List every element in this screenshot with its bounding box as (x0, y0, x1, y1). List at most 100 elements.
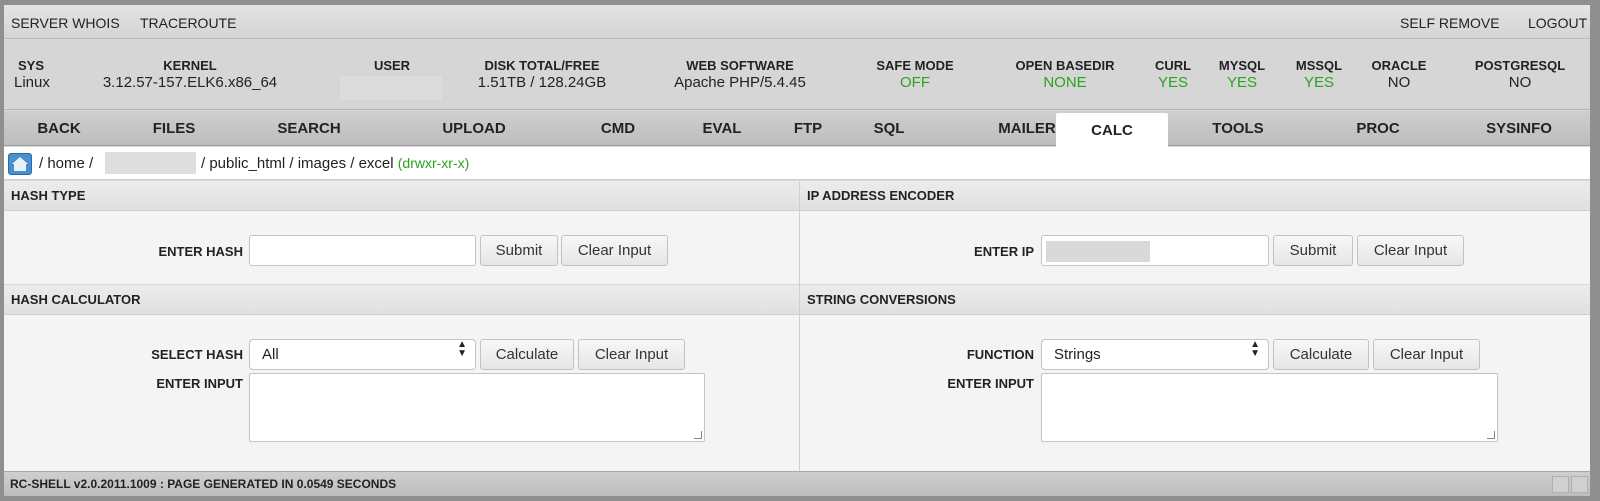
select-updown-icon: ▲ ▼ (457, 339, 467, 359)
breadcrumb-redacted-segment (105, 152, 196, 174)
info-sys-label: SYS (18, 58, 45, 73)
tab-sysinfo[interactable]: SYSINFO (1448, 111, 1590, 146)
ip-input[interactable] (1041, 235, 1269, 266)
info-sys-value: Linux (14, 74, 50, 91)
select-hash-label: SELECT HASH (151, 347, 243, 362)
string-conversions-title: STRING CONVERSIONS (800, 285, 1590, 315)
info-mssql-value: YES (1303, 74, 1334, 91)
breadcrumb: / home / / public_html / images / excel … (4, 147, 1590, 180)
info-mysql: MYSQL YES (1212, 58, 1272, 91)
breadcrumb-path-text[interactable]: / public_html / images / excel (201, 155, 394, 172)
server-whois-link[interactable]: SERVER WHOIS (11, 15, 120, 31)
footer-box-icon (1571, 476, 1588, 493)
info-safe-mode-value: OFF (900, 74, 930, 91)
footer-box-icon (1552, 476, 1569, 493)
hash-calculator-panel: HASH CALCULATOR SELECT HASH All ▲ ▼ Calcu… (4, 285, 799, 471)
hash-calc-clear-button[interactable]: Clear Input (578, 339, 685, 370)
logout-link[interactable]: LOGOUT (1528, 15, 1587, 31)
breadcrumb-path: / public_html / images / excel (drwxr-xr… (201, 155, 469, 172)
ip-input-redacted-value (1046, 241, 1150, 262)
info-kernel: KERNEL 3.12.57-157.ELK6.x86_64 (100, 58, 280, 91)
info-oracle: ORACLE NO (1364, 58, 1434, 91)
info-curl-value: YES (1157, 74, 1188, 91)
string-clear-button[interactable]: Clear Input (1373, 339, 1480, 370)
info-web: WEB SOFTWARE Apache PHP/5.4.45 (665, 58, 815, 91)
info-mysql-value: YES (1226, 74, 1257, 91)
enter-hash-label: ENTER HASH (158, 244, 243, 259)
info-web-label: WEB SOFTWARE (686, 58, 794, 73)
info-postgresql: POSTGRESQL NO (1470, 58, 1570, 91)
info-disk-value: 1.51TB / 128.24GB (477, 74, 607, 91)
tab-sql[interactable]: SQL (844, 111, 934, 146)
ip-encoder-panel: IP ADDRESS ENCODER ENTER IP Submit Clear… (800, 181, 1590, 284)
info-disk: DISK TOTAL/FREE 1.51TB / 128.24GB (472, 58, 612, 91)
self-remove-link[interactable]: SELF REMOVE (1400, 15, 1500, 31)
function-label: FUNCTION (966, 347, 1034, 362)
info-kernel-value: 3.12.57-157.ELK6.x86_64 (102, 74, 278, 91)
hash-input[interactable] (249, 235, 476, 266)
breadcrumb-home[interactable]: / home / (39, 155, 93, 172)
system-info-row: SYS Linux KERNEL 3.12.57-157.ELK6.x86_64… (4, 40, 1590, 110)
ip-clear-button[interactable]: Clear Input (1357, 235, 1464, 266)
hash-calculator-title: HASH CALCULATOR (4, 285, 799, 315)
info-curl: CURL YES (1148, 58, 1198, 91)
top-nav-bar: SERVER WHOIS TRACEROUTE SELF REMOVE LOGO… (4, 5, 1590, 39)
info-user-label: USER (373, 58, 411, 73)
hash-enter-input-label: ENTER INPUT (156, 376, 243, 391)
string-function-select[interactable]: Strings ▲ ▼ (1041, 339, 1269, 370)
footer: RC-SHELL v2.0.2011.1009 : PAGE GENERATED… (4, 471, 1590, 496)
info-mssql: MSSQL YES (1289, 58, 1349, 91)
tab-eval[interactable]: EVAL (672, 111, 772, 146)
home-icon[interactable] (8, 153, 32, 175)
ip-encoder-title: IP ADDRESS ENCODER (800, 181, 1590, 211)
string-enter-input-label: ENTER INPUT (947, 376, 1034, 391)
hash-algorithm-select-value: All (262, 346, 279, 363)
info-postgresql-value: NO (1508, 74, 1532, 91)
info-open-basedir-label: OPEN BASEDIR (1015, 58, 1115, 73)
tab-back[interactable]: BACK (4, 111, 114, 146)
info-oracle-value: NO (1387, 74, 1411, 91)
select-updown-icon: ▲ ▼ (1250, 339, 1260, 359)
info-sys: SYS Linux (14, 58, 50, 91)
resize-grip-icon[interactable] (694, 431, 702, 439)
info-mssql-label: MSSQL (1295, 58, 1343, 73)
info-mysql-label: MYSQL (1218, 58, 1266, 73)
hash-type-panel: HASH TYPE ENTER HASH Submit Clear Input (4, 181, 799, 284)
hash-type-title: HASH TYPE (4, 181, 799, 211)
info-user: USER (340, 58, 444, 100)
string-input-textarea[interactable] (1041, 373, 1498, 442)
main-tabs: BACK FILES SEARCH UPLOAD CMD EVAL FTP SQ… (4, 111, 1590, 147)
hash-submit-button[interactable]: Submit (480, 235, 558, 266)
enter-ip-label: ENTER IP (974, 244, 1034, 259)
info-open-basedir-value: NONE (1043, 74, 1087, 91)
tab-calc[interactable]: CALC (1056, 113, 1168, 147)
traceroute-link[interactable]: TRACEROUTE (140, 15, 236, 31)
info-postgresql-label: POSTGRESQL (1474, 58, 1566, 73)
tab-tools[interactable]: TOOLS (1168, 111, 1308, 146)
app-window: SERVER WHOIS TRACEROUTE SELF REMOVE LOGO… (4, 5, 1590, 496)
string-calculate-button[interactable]: Calculate (1273, 339, 1369, 370)
ip-submit-button[interactable]: Submit (1273, 235, 1353, 266)
panel-divider (799, 181, 800, 471)
info-oracle-label: ORACLE (1371, 58, 1427, 73)
breadcrumb-permissions: (drwxr-xr-x) (397, 155, 470, 171)
info-curl-label: CURL (1154, 58, 1192, 73)
tab-ftp[interactable]: FTP (772, 111, 844, 146)
info-web-value: Apache PHP/5.4.45 (674, 74, 806, 91)
info-safe-mode-label: SAFE MODE (876, 58, 954, 73)
info-open-basedir: OPEN BASEDIR NONE (1005, 58, 1125, 91)
tab-files[interactable]: FILES (114, 111, 234, 146)
footer-version-text: RC-SHELL v2.0.2011.1009 : PAGE GENERATED… (10, 477, 397, 491)
resize-grip-icon[interactable] (1487, 431, 1495, 439)
tab-cmd[interactable]: CMD (564, 111, 672, 146)
hash-calculate-button[interactable]: Calculate (480, 339, 574, 370)
string-function-select-value: Strings (1054, 346, 1101, 363)
hash-clear-button[interactable]: Clear Input (561, 235, 668, 266)
info-kernel-label: KERNEL (163, 58, 217, 73)
hash-algorithm-select[interactable]: All ▲ ▼ (249, 339, 476, 370)
tab-upload[interactable]: UPLOAD (384, 111, 564, 146)
tab-proc[interactable]: PROC (1308, 111, 1448, 146)
tab-search[interactable]: SEARCH (234, 111, 384, 146)
info-disk-label: DISK TOTAL/FREE (484, 58, 600, 73)
hash-calc-input-textarea[interactable] (249, 373, 705, 442)
